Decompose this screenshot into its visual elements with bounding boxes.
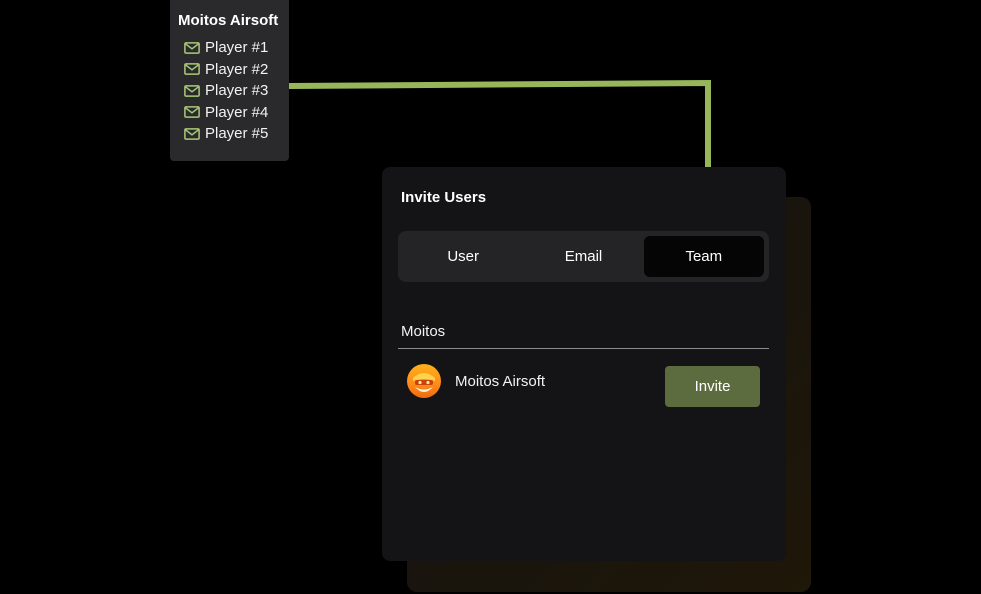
player-label: Player #5 bbox=[205, 125, 269, 143]
player-item: Player #1 bbox=[184, 37, 289, 59]
mail-icon bbox=[184, 84, 200, 97]
mail-icon bbox=[184, 106, 200, 119]
search-field bbox=[398, 317, 769, 349]
mail-icon bbox=[184, 127, 200, 140]
mail-icon bbox=[184, 41, 200, 54]
team-card-title: Moitos Airsoft bbox=[178, 12, 279, 29]
player-label: Player #1 bbox=[205, 39, 269, 57]
player-label: Player #2 bbox=[205, 60, 269, 78]
tab-team[interactable]: Team bbox=[643, 236, 764, 277]
team-card: Moitos Airsoft Player #1 Player #2 Playe… bbox=[170, 0, 289, 161]
mail-icon bbox=[184, 63, 200, 76]
player-list: Player #1 Player #2 Player #3 Player #4 bbox=[178, 37, 289, 145]
invite-button[interactable]: Invite bbox=[665, 366, 760, 407]
player-item: Player #4 bbox=[184, 102, 289, 124]
invite-type-tabs: User Email Team bbox=[398, 231, 769, 282]
canvas: Moitos Airsoft Player #1 Player #2 Playe… bbox=[0, 0, 981, 594]
panel-title: Invite Users bbox=[401, 189, 487, 206]
player-item: Player #2 bbox=[184, 59, 289, 81]
team-search-input[interactable] bbox=[398, 317, 769, 345]
result-row: Moitos Airsoft Invite bbox=[406, 363, 762, 407]
invite-users-panel: Invite Users User Email Team Moitos Moit… bbox=[382, 167, 786, 561]
tab-user[interactable]: User bbox=[403, 236, 523, 277]
team-logo-avatar bbox=[406, 363, 442, 399]
player-label: Player #4 bbox=[205, 103, 269, 121]
player-item: Player #3 bbox=[184, 80, 289, 102]
result-team-name: Moitos Airsoft bbox=[455, 373, 546, 390]
tab-email[interactable]: Email bbox=[523, 236, 643, 277]
player-label: Player #3 bbox=[205, 82, 269, 100]
player-item: Player #5 bbox=[184, 123, 289, 145]
